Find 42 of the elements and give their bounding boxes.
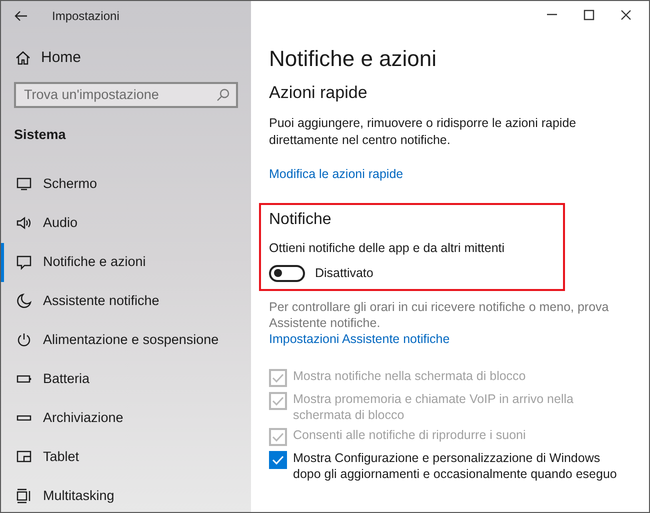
- section-heading: Notifiche: [269, 210, 332, 230]
- checkbox[interactable]: [269, 450, 287, 469]
- search-icon: [216, 88, 230, 102]
- checkbox-label: Mostra promemoria e chiamate VoIP in arrivo nella schermata di blocco: [293, 390, 574, 423]
- section-heading: Sistema: [13, 126, 67, 144]
- assistant-settings-link[interactable]: Impostazioni Assistente notifiche: [269, 330, 450, 347]
- monitor-icon: [16, 176, 32, 192]
- moon-icon: [16, 293, 32, 310]
- sidebar-item[interactable]: Audio: [1, 204, 251, 243]
- checkbox-label: Mostra Configurazione e personalizzazione di Windows dopo gli aggiornamenti e occasionalmente quando eseguo: [293, 450, 618, 482]
- maximize-icon: [582, 9, 594, 21]
- sidebar-item[interactable]: Multitasking: [1, 476, 251, 512]
- section-heading: Azioni rapide: [269, 82, 368, 104]
- description-text: Per controllare gli orari in cui ricevere notifiche o meno, prova Assistente notifiche.: [269, 298, 610, 331]
- page-title: Notifiche e azioni: [269, 45, 438, 73]
- checkmark-icon: [272, 432, 284, 442]
- home-nav-item[interactable]: Home: [1, 47, 251, 70]
- search-field[interactable]: Trova un'impostazione: [14, 82, 238, 108]
- checkbox-label: Mostra notifiche nella schermata di blocco: [293, 368, 527, 384]
- toggle-switch[interactable]: [269, 264, 305, 282]
- checkmark-icon: [272, 396, 284, 406]
- close-icon: [620, 9, 632, 21]
- sidebar-item[interactable]: Archiviazione: [1, 398, 251, 438]
- description-text: Puoi aggiungere, rimuovere o ridisporre le azioni rapide direttamente nel centro notifiche.: [269, 115, 578, 149]
- checkmark-icon: [272, 372, 284, 383]
- edit-quick-actions-link[interactable]: Modifica le azioni rapide: [269, 166, 404, 183]
- power-icon: [16, 332, 32, 348]
- multitask-icon: [16, 488, 32, 504]
- sidebar-item[interactable]: Batteria: [1, 360, 251, 399]
- sidebar-item[interactable]: Schermo: [1, 164, 251, 204]
- sidebar-item[interactable]: Assistente notifiche: [1, 282, 251, 321]
- sidebar-item[interactable]: Tablet: [1, 438, 251, 477]
- setting-label: Ottieni notifiche delle app e da altri mittenti: [269, 240, 506, 257]
- checkmark-icon: [272, 454, 284, 465]
- window-title: Impostazioni: [52, 8, 120, 25]
- message-icon: [16, 254, 32, 270]
- checkbox-label: Consenti alle notifiche di riprodurre i suoni: [293, 426, 527, 443]
- home-icon: [15, 50, 31, 66]
- back-arrow-icon: [14, 10, 28, 22]
- toggle-state-label: Disattivato: [315, 265, 374, 282]
- speaker-icon: [16, 215, 32, 232]
- sidebar-item[interactable]: Alimentazione e sospensione: [1, 320, 251, 360]
